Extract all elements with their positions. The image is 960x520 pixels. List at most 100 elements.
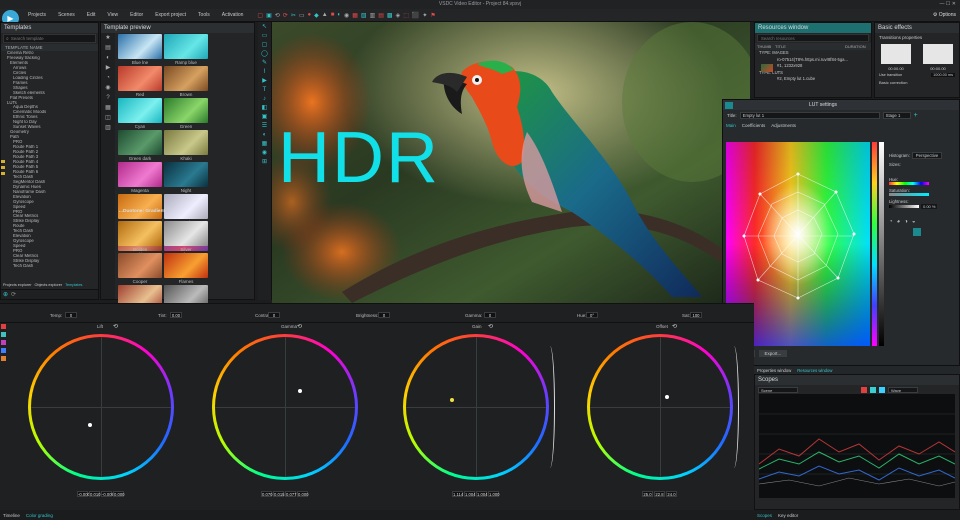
category-icon[interactable]: ▤ — [101, 43, 115, 53]
transition-out-thumb[interactable] — [923, 44, 953, 64]
basic-correction-section[interactable]: Basic correction — [875, 79, 959, 86]
category-icon[interactable]: ◉ — [101, 83, 115, 93]
editor-tool-icon[interactable]: T — [261, 86, 269, 94]
menu-item[interactable]: Edit — [81, 9, 102, 22]
bottom-tab[interactable]: Timeline — [3, 513, 20, 518]
toolbar-icon[interactable]: ▢ — [257, 12, 263, 19]
template-tab[interactable]: Templates — [65, 283, 82, 287]
menu-item[interactable]: Activation — [216, 9, 250, 22]
wheel-value[interactable]: 1.114 — [452, 491, 463, 497]
preview-thumb[interactable]: Blue lne — [118, 34, 162, 66]
toolbar-icon[interactable]: ▩ — [387, 12, 393, 19]
editor-tool-icon[interactable]: ▶ — [261, 77, 269, 85]
preview-thumb[interactable]: Green — [164, 98, 208, 130]
wheel-value[interactable]: 1.000 — [488, 491, 499, 497]
brightness-value[interactable]: 0 — [378, 312, 390, 318]
toolbar-icon[interactable]: ⚑ — [430, 12, 435, 19]
refresh-icon[interactable]: ⟳ — [11, 291, 16, 298]
category-icon[interactable]: ▦ — [101, 103, 115, 113]
menu-item[interactable]: Editor — [124, 9, 149, 22]
category-icon[interactable]: ? — [101, 93, 115, 103]
menu-item[interactable]: Scenes — [52, 9, 81, 22]
wheel-value[interactable]: 0.000 — [113, 491, 124, 497]
category-icon[interactable]: ◫ — [101, 113, 115, 123]
bottom-tab[interactable]: Color grading — [26, 513, 53, 518]
menu-item[interactable]: Export project — [149, 9, 192, 22]
stage-select[interactable]: Stage 1 — [882, 112, 911, 119]
wheel-value[interactable]: 0.070 — [261, 491, 272, 497]
preview-thumb[interactable]: Red — [118, 66, 162, 98]
hue-value[interactable]: 0° — [586, 312, 598, 318]
wheel-value[interactable]: 22.8 — [654, 491, 665, 497]
scopes-mode-select[interactable]: Scene — [758, 386, 798, 393]
editor-tool-icon[interactable]: ✎ — [261, 59, 269, 67]
grading-side-icon[interactable] — [1, 348, 6, 353]
add-icon[interactable]: ⊕ — [3, 291, 8, 298]
editor-tool-icon[interactable]: ◐ — [261, 131, 269, 139]
wheel-value[interactable]: 0.000 — [297, 491, 308, 497]
editor-tool-icon[interactable]: ◯ — [261, 50, 269, 58]
main-preview[interactable]: HDR — [272, 22, 750, 303]
wheel-value[interactable]: 0.010 — [89, 491, 100, 497]
editor-tool-icon[interactable]: ▦ — [261, 140, 269, 148]
preview-thumb[interactable]: Khaki — [164, 130, 208, 162]
toolbar-icon[interactable]: ▲ — [322, 12, 328, 18]
lightness-slider[interactable] — [889, 205, 919, 208]
use-transition-checkbox[interactable]: Use transition — [879, 73, 902, 77]
wheel-value[interactable]: 0.077 — [285, 491, 296, 497]
lut-tab[interactable]: Main — [726, 123, 736, 128]
tool-active-icon[interactable] — [913, 228, 921, 236]
wheel-handle[interactable] — [88, 423, 92, 427]
resources-search[interactable]: Search resources — [757, 34, 869, 42]
toolbar-icon[interactable]: ◐ — [337, 12, 341, 18]
toolbar-icon[interactable]: ⬛ — [412, 12, 419, 19]
toolbar-icon[interactable]: ▦ — [352, 12, 358, 19]
lut-tab[interactable]: Coefficients — [742, 123, 765, 128]
tool-reset-icon[interactable]: ◒ — [912, 219, 916, 225]
preview-thumb[interactable]: Cyan — [118, 98, 162, 130]
grading-side-icon[interactable] — [1, 324, 6, 329]
toolbar-icon[interactable]: ● — [308, 12, 312, 18]
editor-tool-icon[interactable]: ☰ — [261, 122, 269, 130]
wheel-reset-icon[interactable]: ⟲ — [297, 323, 302, 330]
preview-thumb[interactable]: Green dark — [118, 130, 162, 162]
wheel-handle[interactable] — [298, 389, 302, 393]
props-tab[interactable]: Properties window — [757, 368, 791, 373]
editor-tool-icon[interactable]: ♪ — [261, 95, 269, 103]
contrast-value[interactable]: 0 — [268, 312, 280, 318]
toolbar-icon[interactable]: ⟲ — [275, 12, 280, 19]
tint-value[interactable]: 0.00 — [170, 312, 182, 318]
wheel-value[interactable]: -0.000 — [77, 491, 90, 497]
toolbar-icon[interactable]: ▥ — [370, 12, 376, 19]
editor-tool-icon[interactable]: ◧ — [261, 104, 269, 112]
lut-tab[interactable]: Adjustments — [771, 123, 796, 128]
menu-item[interactable]: View — [101, 9, 124, 22]
editor-tool-icon[interactable]: ▢ — [261, 41, 269, 49]
template-tab[interactable]: Projects explorer — [3, 283, 32, 287]
wheel-reset-icon[interactable]: ⟲ — [672, 323, 677, 330]
preview-thumb[interactable]: Silver — [164, 221, 208, 253]
scope-red-toggle[interactable] — [861, 386, 867, 393]
category-icon[interactable]: ▶ — [101, 63, 115, 73]
wheel-value[interactable]: 0.015 — [273, 491, 284, 497]
resource-row[interactable]: #2, Empty lut 1.cube — [759, 76, 871, 83]
wheel-value[interactable]: 25.0 — [642, 491, 653, 497]
wheel-slider-arc[interactable] — [545, 346, 555, 468]
editor-tool-icon[interactable]: ◉ — [261, 149, 269, 157]
sat-value[interactable]: 100 — [690, 312, 702, 318]
bottom-tab[interactable]: Key editor — [778, 513, 798, 518]
toolbar-icon[interactable]: ◆ — [314, 12, 319, 19]
category-icon[interactable]: ▥ — [101, 123, 115, 133]
toolbar-icon[interactable]: ⬚ — [403, 12, 409, 19]
category-icon[interactable]: ◔ — [101, 73, 115, 83]
toolbar-icon[interactable]: ▭ — [299, 12, 305, 19]
editor-tool-icon[interactable]: ▭ — [261, 32, 269, 40]
grading-side-icon[interactable] — [1, 340, 6, 345]
add-stage-icon[interactable]: + — [914, 112, 918, 119]
category-icon[interactable]: ★ — [101, 33, 115, 43]
preview-thumb[interactable]: Brown — [164, 66, 208, 98]
histogram-select[interactable]: Perspective — [911, 152, 943, 159]
scope-green-toggle[interactable] — [870, 386, 876, 393]
toolbar-icon[interactable]: ⟳ — [283, 12, 288, 19]
gamma-value[interactable]: 0 — [484, 312, 496, 318]
